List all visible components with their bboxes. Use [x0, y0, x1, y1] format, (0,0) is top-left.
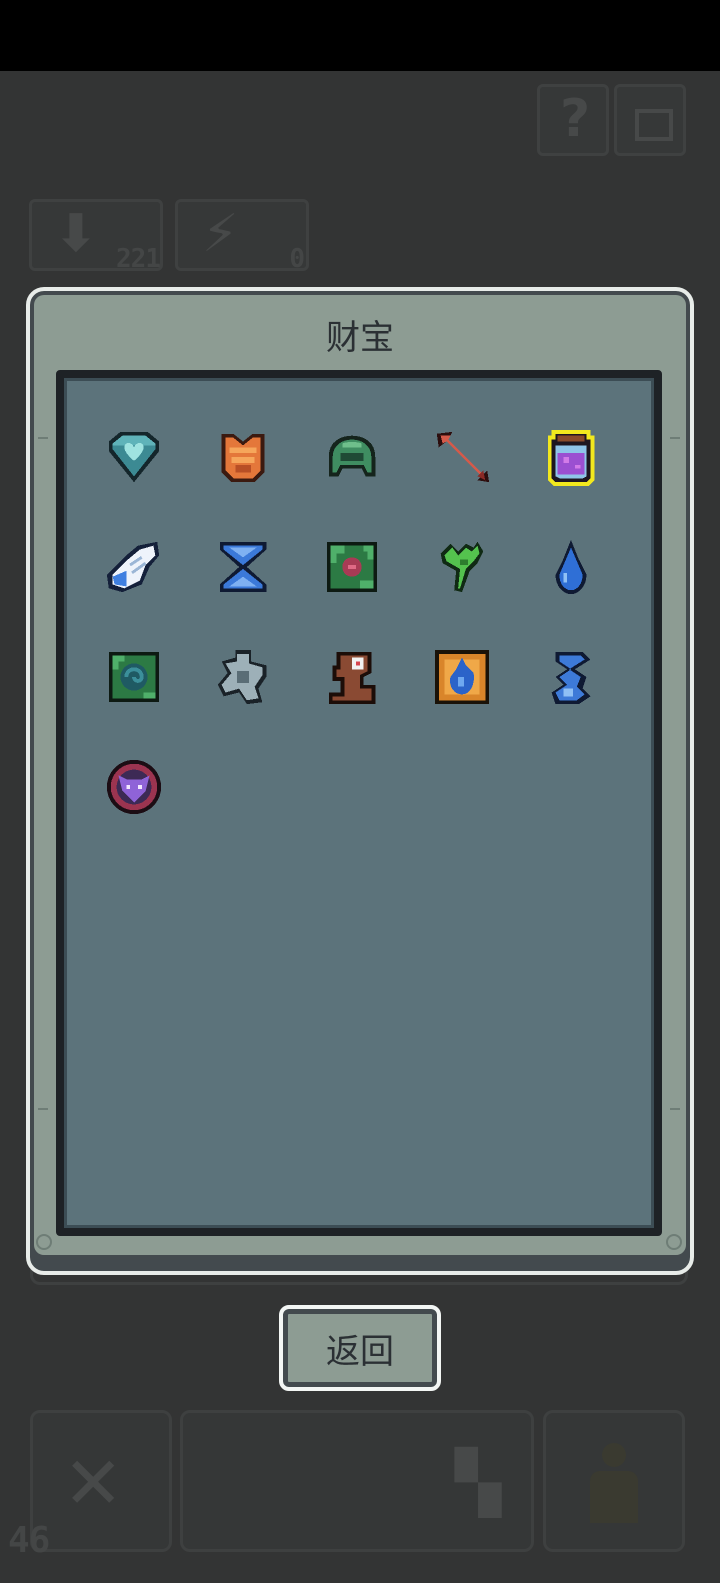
question-icon: ? [560, 89, 591, 149]
energy-count: 0 [289, 244, 305, 274]
modal-title: 财宝 [326, 318, 394, 358]
green-vortex-tile-icon [108, 651, 160, 703]
brown-totem-icon [328, 651, 376, 705]
treasure-slot[interactable] [317, 532, 387, 602]
purple-fox-medallion-icon [106, 759, 162, 815]
lightning-icon: ⚡ [202, 204, 239, 264]
menu-icon [635, 109, 673, 141]
treasure-slot[interactable] [427, 422, 497, 492]
green-helmet-icon [328, 435, 376, 477]
download-count: 221 [116, 244, 161, 274]
back-button-label: 返回 [326, 1331, 394, 1372]
bottom-left-count: 46 [8, 1520, 50, 1561]
treasure-slot[interactable] [317, 422, 387, 492]
white-wing-icon [106, 541, 160, 593]
heart-shield-icon [108, 431, 160, 483]
treasure-slot[interactable] [99, 532, 169, 602]
treasure-slot[interactable] [536, 642, 606, 712]
gray-shuriken-icon [217, 649, 267, 705]
treasure-slot[interactable] [99, 752, 169, 822]
crossed-swords-icon: ✕ [63, 1441, 124, 1525]
hourglass-icon [219, 541, 267, 593]
treasure-slot[interactable] [99, 642, 169, 712]
blue-flame-tile-icon [434, 649, 490, 705]
back-button[interactable]: 返回 [279, 1305, 441, 1391]
treasure-slot[interactable] [427, 642, 497, 712]
treasure-slot-selected[interactable] [536, 422, 606, 492]
corner-bolt [36, 1234, 52, 1250]
background-energy-stat: ⚡ 0 [175, 199, 309, 274]
green-rose-tile-icon [326, 541, 378, 593]
rivet [670, 1108, 680, 1110]
treasure-slot[interactable] [208, 642, 278, 712]
rivet [38, 1108, 48, 1110]
treasure-slot[interactable] [427, 532, 497, 602]
green-sprout-icon [440, 541, 484, 593]
treasure-slot[interactable] [99, 422, 169, 492]
background-attack-card: ✕ [30, 1410, 172, 1552]
background-download-stat: ⬇ 221 [29, 199, 163, 274]
rivet [670, 437, 680, 439]
background-center-card: ▚ [180, 1410, 534, 1552]
status-bar [0, 0, 720, 71]
purple-potion-jar-icon [547, 429, 595, 487]
treasure-slot[interactable] [536, 532, 606, 602]
treasure-slot[interactable] [317, 642, 387, 712]
blue-wind-icon [551, 651, 591, 705]
orange-armor-icon [221, 433, 265, 483]
down-arrow-icon: ⬇ [54, 204, 98, 264]
treasure-slot[interactable] [208, 422, 278, 492]
map-icon: ▚ [455, 1448, 502, 1518]
treasure-slot[interactable] [208, 532, 278, 602]
rivet [38, 437, 48, 439]
blue-drop-icon [555, 539, 587, 595]
red-arrow-icon [436, 431, 490, 483]
background-help-button: ? [537, 84, 609, 156]
background-menu-button [614, 84, 686, 156]
character-icon [590, 1443, 638, 1523]
corner-bolt [666, 1234, 682, 1250]
background-hero-card [543, 1410, 685, 1552]
